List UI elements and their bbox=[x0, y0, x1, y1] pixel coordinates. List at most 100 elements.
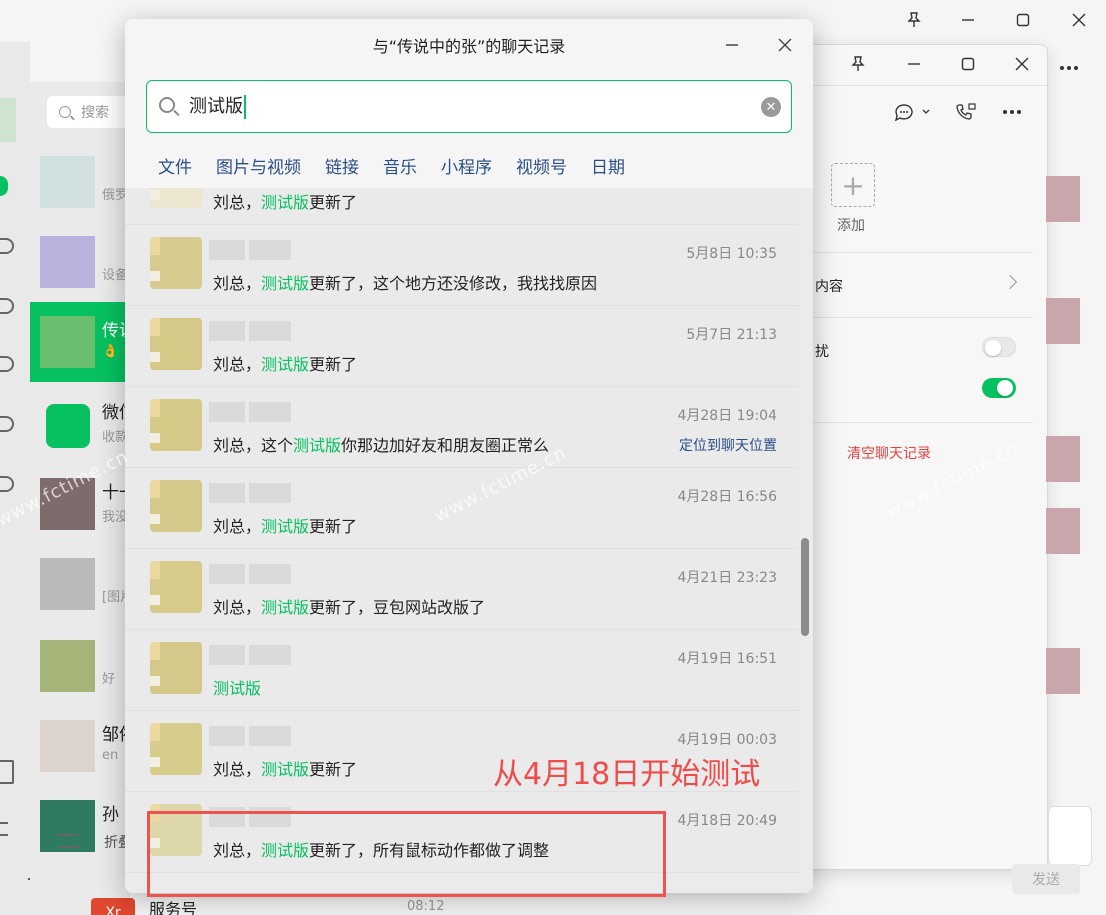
scrollbar[interactable] bbox=[801, 538, 809, 636]
dnd-toggle[interactable] bbox=[982, 337, 1016, 357]
clear-search-icon[interactable]: ✕ bbox=[761, 97, 781, 117]
message-text-part: 刘总， bbox=[213, 760, 262, 779]
message-time: 5月7日 21:13 bbox=[686, 327, 777, 343]
chat-list-item[interactable]: 设备 bbox=[30, 222, 130, 302]
message-text-part: 更新了 bbox=[309, 193, 358, 212]
more-icon[interactable] bbox=[1054, 53, 1084, 83]
avatar bbox=[40, 316, 95, 368]
avatar bbox=[150, 561, 202, 613]
locate-in-chat-link[interactable]: 定位到聊天位置 bbox=[679, 435, 777, 455]
filter-tab[interactable]: 小程序 bbox=[441, 153, 492, 178]
chat-content-row[interactable]: 内容 bbox=[815, 276, 843, 296]
chat-search-input[interactable]: 搜索 bbox=[47, 96, 137, 128]
add-member-label: 添加 bbox=[837, 218, 865, 234]
message-text-part: 更新了，豆包网站改版了 bbox=[309, 598, 486, 617]
info-minimize-icon[interactable] bbox=[899, 49, 929, 79]
search-nav-icon[interactable] bbox=[0, 476, 14, 492]
plus-icon: + bbox=[841, 168, 865, 202]
history-search-input[interactable]: 测试版 ✕ bbox=[146, 80, 792, 133]
filter-tab[interactable]: 音乐 bbox=[383, 153, 417, 178]
annotation-highlight-box bbox=[147, 811, 666, 897]
avatar bbox=[150, 723, 202, 775]
dialog-close-icon[interactable] bbox=[771, 31, 799, 59]
search-query[interactable]: 测试版 bbox=[189, 95, 246, 119]
clear-history-button[interactable]: 清空聊天记录 bbox=[847, 443, 931, 463]
maximize-icon[interactable] bbox=[1008, 5, 1038, 35]
search-result-item[interactable]: 4月28日 19:04 刘总，这个测试版你那边加好友和朋友圈正常么 定位到聊天位置 bbox=[125, 387, 799, 468]
info-more-icon[interactable] bbox=[997, 97, 1027, 127]
message-time: 4月28日 19:04 bbox=[677, 408, 777, 424]
avatar[interactable] bbox=[0, 98, 16, 142]
search-result-item[interactable]: 刘总，测试版更新了 bbox=[125, 188, 799, 225]
chevron-right-icon[interactable] bbox=[1002, 274, 1018, 290]
chat-list-item[interactable]: 孙 bbox=[30, 786, 130, 866]
fold-icon[interactable] bbox=[58, 834, 78, 848]
member-avatar bbox=[1046, 648, 1080, 694]
avatar bbox=[46, 404, 90, 448]
chat-list-item[interactable]: [图片 bbox=[30, 544, 133, 624]
call-icon[interactable] bbox=[951, 97, 981, 127]
message-text-part: 刘总，这个 bbox=[213, 436, 294, 455]
avatar bbox=[40, 640, 95, 692]
message-text: 刘总，测试版更新了 bbox=[213, 756, 357, 780]
search-result-item[interactable]: 5月8日 10:35 刘总，测试版更新了，这个地方还没修改，我找找原因 bbox=[125, 225, 799, 306]
member-avatar bbox=[1046, 436, 1080, 482]
service-account-label[interactable]: 服务号 bbox=[149, 896, 197, 915]
contacts-nav-icon[interactable] bbox=[0, 238, 14, 254]
channels-nav-icon[interactable] bbox=[0, 416, 14, 432]
add-member-button[interactable]: + bbox=[831, 163, 875, 207]
filter-tabs: 文件 图片与视频 链接 音乐 小程序 视频号 日期 bbox=[158, 153, 625, 178]
keyword-highlight: 测试版 bbox=[261, 274, 310, 293]
chat-list-item[interactable]: 传说 👌 bbox=[30, 302, 136, 382]
filter-tab[interactable]: 视频号 bbox=[516, 153, 567, 178]
avatar bbox=[40, 558, 95, 610]
chat-bubble-icon[interactable] bbox=[889, 97, 935, 127]
pin-icon[interactable] bbox=[899, 5, 929, 35]
dnd-label: 扰 bbox=[815, 344, 829, 360]
avatar bbox=[40, 156, 95, 208]
chat-preview: 好 bbox=[102, 672, 116, 687]
service-account-icon: Xr bbox=[91, 898, 135, 915]
keyword-highlight: 测试版 bbox=[261, 598, 310, 617]
sender-name bbox=[209, 483, 291, 503]
menu-nav-icon[interactable] bbox=[0, 822, 8, 836]
moments-nav-icon[interactable] bbox=[0, 356, 14, 372]
search-result-item[interactable]: 4月21日 23:23 刘总，测试版更新了，豆包网站改版了 bbox=[125, 549, 799, 630]
message-time: 4月19日 16:51 bbox=[677, 651, 777, 667]
member-avatar bbox=[1046, 176, 1080, 222]
minimize-icon[interactable] bbox=[953, 5, 983, 35]
message-text-part: 刘总， bbox=[213, 517, 262, 536]
favorites-nav-icon[interactable] bbox=[0, 298, 14, 314]
filter-tab[interactable]: 图片与视频 bbox=[216, 153, 301, 178]
chat-list-item[interactable]: 俄罗 bbox=[30, 142, 130, 222]
chat-list-item[interactable]: 邹依 en bbox=[30, 706, 136, 786]
info-maximize-icon[interactable] bbox=[953, 49, 983, 79]
sender-name bbox=[209, 726, 291, 746]
message-text: 测试版 bbox=[213, 675, 261, 699]
send-button[interactable]: 发送 bbox=[1012, 864, 1080, 894]
message-text-part: 更新了 bbox=[309, 760, 358, 779]
keyword-highlight: 测试版 bbox=[261, 517, 310, 536]
filter-tab[interactable]: 文件 bbox=[158, 153, 192, 178]
message-text-part: 你那边加好友和朋友圈正常么 bbox=[341, 436, 550, 455]
search-result-item[interactable]: 4月19日 16:51 测试版 bbox=[125, 630, 799, 711]
filter-tab[interactable]: 链接 bbox=[325, 153, 359, 178]
message-text: 刘总，测试版更新了 bbox=[213, 189, 357, 213]
message-text: 刘总，测试版更新了，这个地方还没修改，我找找原因 bbox=[213, 270, 597, 294]
message-time: 4月21日 23:23 bbox=[677, 570, 777, 586]
dialog-minimize-icon[interactable] bbox=[718, 31, 746, 59]
pin-chat-toggle[interactable] bbox=[982, 378, 1016, 398]
message-text: 刘总，测试版更新了 bbox=[213, 351, 357, 375]
keyword-highlight: 测试版 bbox=[261, 193, 310, 212]
filter-tab[interactable]: 日期 bbox=[591, 153, 625, 178]
info-close-icon[interactable] bbox=[1007, 49, 1037, 79]
message-text-part: 刘总， bbox=[213, 598, 262, 617]
close-icon[interactable] bbox=[1064, 5, 1094, 35]
chat-list-item[interactable]: 好 bbox=[30, 626, 130, 706]
message-input[interactable] bbox=[1048, 806, 1092, 866]
phone-nav-icon[interactable] bbox=[0, 760, 14, 784]
info-pin-icon[interactable] bbox=[843, 49, 873, 79]
chat-name: 孙 bbox=[102, 805, 119, 825]
search-result-item[interactable]: 5月7日 21:13 刘总，测试版更新了 bbox=[125, 306, 799, 387]
chat-nav-icon[interactable] bbox=[0, 176, 8, 196]
